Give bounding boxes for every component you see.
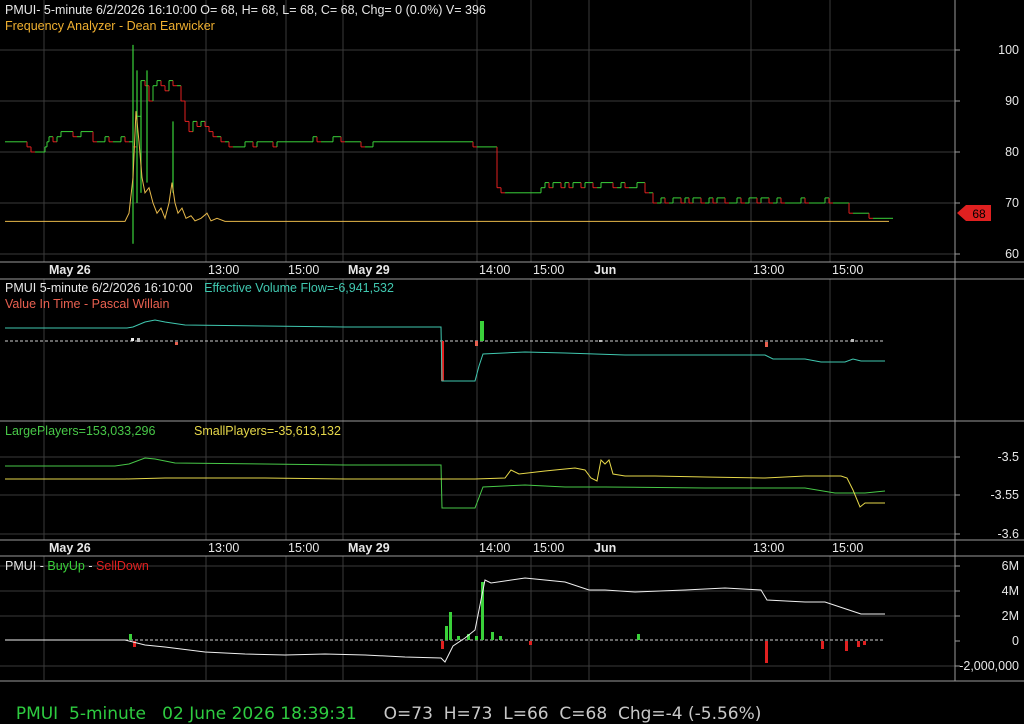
time-tick-label: 15:00 xyxy=(288,541,319,555)
buyup-selldown-title: PMUI - BuyUp - SellDown xyxy=(5,559,149,573)
price-panel: PMUI- 5-minute 6/2/2026 16:10:00 O= 68, … xyxy=(5,3,1019,261)
y-tick-label: 90 xyxy=(1005,94,1019,108)
time-tick-label: May 26 xyxy=(49,263,91,277)
price-y-axis: 100 90 80 70 60 xyxy=(955,43,1019,261)
frequency-analyzer-label: Frequency Analyzer - Dean Earwicker xyxy=(5,19,215,33)
value-in-time-label: Value In Time - Pascal Willain xyxy=(5,297,169,311)
time-tick-label: 15:00 xyxy=(832,263,863,277)
volume-flow-header-left: PMUI 5-minute 6/2/2026 16:10:00 xyxy=(5,281,193,295)
price-panel-header: PMUI- 5-minute 6/2/2026 16:10:00 O= 68, … xyxy=(5,3,486,17)
volume-flow-panel: PMUI 5-minute 6/2/2026 16:10:00 Effectiv… xyxy=(5,281,885,382)
selldown-bar xyxy=(441,641,444,649)
time-tick-label: 15:00 xyxy=(288,263,319,277)
price-bars xyxy=(5,44,893,244)
time-tick-label: May 29 xyxy=(348,541,390,555)
y-tick-label: -2,000,000 xyxy=(959,659,1019,673)
players-y-axis: -3.5 -3.55 -3.6 xyxy=(955,450,1019,541)
y-tick-label: -3.5 xyxy=(997,450,1019,464)
effective-volume-flow-value: Effective Volume Flow=-6,941,532 xyxy=(204,281,394,295)
time-tick-label: Jun xyxy=(594,263,616,277)
buyup-bar xyxy=(475,636,478,640)
time-axis-upper: May 26 13:00 15:00 May 29 14:00 15:00 Jun 13:00… xyxy=(49,263,863,277)
time-tick-label: 13:00 xyxy=(753,263,784,277)
volume-flow-bar xyxy=(137,338,140,342)
time-tick-label: Jun xyxy=(594,541,616,555)
selldown-bar xyxy=(857,641,860,647)
selldown-bar xyxy=(529,641,532,645)
volume-flow-bar xyxy=(175,342,178,345)
y-tick-label: -3.55 xyxy=(991,488,1020,502)
time-tick-label: 13:00 xyxy=(753,541,784,555)
y-tick-label: 0 xyxy=(1012,634,1019,648)
volume-flow-bar xyxy=(131,338,134,341)
volume-flow-bar xyxy=(480,321,484,341)
selldown-bar xyxy=(863,641,866,645)
time-tick-label: 15:00 xyxy=(533,541,564,555)
y-tick-label: 2M xyxy=(1002,609,1019,623)
frequency-analyzer-line xyxy=(5,111,889,222)
selldown-bar xyxy=(765,641,768,663)
time-tick-label: 15:00 xyxy=(533,263,564,277)
status-close: C=68 xyxy=(559,704,608,724)
players-panel: LargePlayers=153,033,296 SmallPlayers=-3… xyxy=(5,424,1019,541)
time-tick-label: May 26 xyxy=(49,541,91,555)
effective-volume-flow-line xyxy=(5,319,885,382)
buyup-selldown-prefix: PMUI - xyxy=(5,559,47,573)
buyup-selldown-histogram xyxy=(129,582,866,663)
y-tick-label: 4M xyxy=(1002,584,1019,598)
volume-flow-bar xyxy=(599,340,602,342)
small-players-label: SmallPlayers=-35,613,132 xyxy=(194,424,341,438)
y-tick-label: 6M xyxy=(1002,559,1019,573)
buyup-bar xyxy=(491,632,494,640)
large-players-line xyxy=(5,457,886,509)
volume-flow-histogram xyxy=(131,321,854,381)
volume-flow-bar xyxy=(851,339,854,342)
title-dash: - xyxy=(88,559,92,573)
y-tick-label: 100 xyxy=(998,43,1019,57)
status-bar: PMUI 5-minute 02 June 2026 18:39:31 O=73… xyxy=(5,684,762,724)
selldown-bar xyxy=(821,641,824,649)
buyup-y-axis: 6M 4M 2M 0 -2,000,000 xyxy=(955,559,1019,673)
status-open: O=73 xyxy=(383,704,433,724)
last-price-marker: 68 xyxy=(957,205,991,221)
y-tick-label: 60 xyxy=(1005,247,1019,261)
time-axis-lower: May 26 13:00 15:00 May 29 14:00 15:00 Jun 13:00… xyxy=(49,541,863,555)
y-tick-label: -3.6 xyxy=(997,527,1019,541)
large-players-label: LargePlayers=153,033,296 xyxy=(5,424,156,438)
time-tick-label: May 29 xyxy=(348,263,390,277)
buyup-label: BuyUp xyxy=(47,559,85,573)
time-tick-label: 14:00 xyxy=(479,263,510,277)
time-tick-label: 13:00 xyxy=(208,541,239,555)
buyup-bar xyxy=(637,634,640,640)
status-interval: 5-minute xyxy=(69,704,146,724)
buyup-bar xyxy=(445,626,448,640)
y-tick-label: 70 xyxy=(1005,196,1019,210)
y-tick-label: 80 xyxy=(1005,145,1019,159)
time-tick-label: 15:00 xyxy=(832,541,863,555)
small-players-line xyxy=(5,458,885,508)
buyup-bar xyxy=(499,636,502,640)
volume-flow-bar xyxy=(475,341,478,346)
time-tick-label: 13:00 xyxy=(208,263,239,277)
selldown-bar xyxy=(845,641,848,651)
volume-flow-header: PMUI 5-minute 6/2/2026 16:10:00 Effectiv… xyxy=(5,281,394,295)
buyup-bar xyxy=(129,634,132,640)
selldown-label: SellDown xyxy=(96,559,149,573)
status-change: Chg=-4 (-5.56%) xyxy=(617,704,762,724)
volume-flow-bar xyxy=(765,342,768,347)
last-price-label: 68 xyxy=(972,207,986,221)
time-tick-label: 14:00 xyxy=(479,541,510,555)
status-low: L=66 xyxy=(503,704,549,724)
status-datetime: 02 June 2026 18:39:31 xyxy=(162,704,357,724)
status-symbol: PMUI xyxy=(15,704,59,724)
status-high: H=73 xyxy=(443,704,493,724)
buyup-bar xyxy=(457,636,460,640)
buyup-bar xyxy=(449,612,452,640)
stock-chart[interactable]: PMUI- 5-minute 6/2/2026 16:10:00 O= 68, … xyxy=(0,0,1024,720)
